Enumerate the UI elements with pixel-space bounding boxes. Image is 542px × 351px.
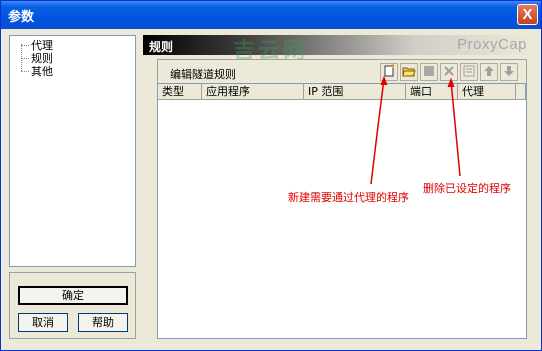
parameters-window: 参数 X 代理 规则 其他 确定 取消 帮助 规则 吉云网 ProxyCap 编… xyxy=(0,0,542,351)
annotation-delete-rule: 删除已设定的程序 xyxy=(423,182,511,195)
annotation-new-rule: 新建需要通过代理的程序 xyxy=(288,191,409,204)
arrow-to-new-icon xyxy=(370,78,385,185)
arrowhead-delete xyxy=(447,77,455,88)
arrow-to-delete-icon xyxy=(450,80,461,177)
arrowhead-new xyxy=(380,75,388,86)
annotation-arrows xyxy=(370,75,461,185)
